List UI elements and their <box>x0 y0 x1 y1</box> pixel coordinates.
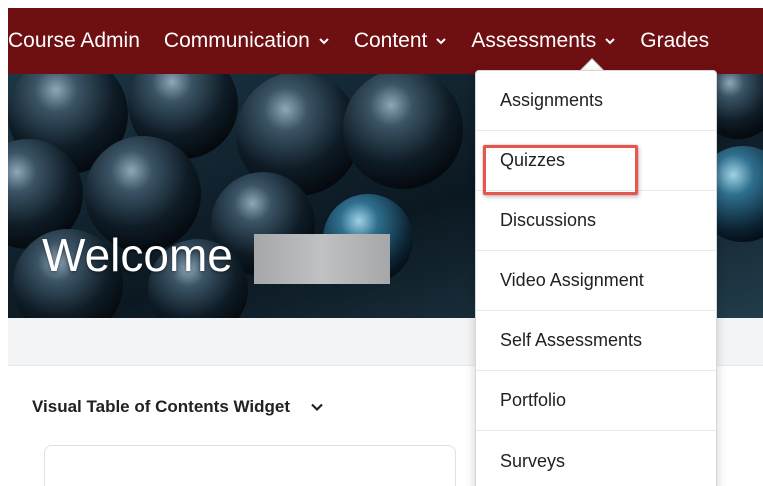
nav-item-label: Assessments <box>471 29 597 52</box>
menu-item-surveys[interactable]: Surveys <box>476 431 716 486</box>
chevron-down-icon <box>319 38 329 45</box>
menu-item-discussions[interactable]: Discussions <box>476 191 716 251</box>
nav-item-grades[interactable]: Grades <box>628 8 721 74</box>
widget-header[interactable]: Visual Table of Contents Widget <box>32 397 324 417</box>
menu-item-video-assignment[interactable]: Video Assignment <box>476 251 716 311</box>
nav-item-label: Grades <box>640 29 710 52</box>
widget-card <box>44 445 456 486</box>
menu-item-label: Video Assignment <box>500 270 644 290</box>
nav-item-course-admin[interactable]: Course Admin <box>8 8 152 74</box>
menu-item-label: Portfolio <box>500 390 567 410</box>
menu-item-portfolio[interactable]: Portfolio <box>476 371 716 431</box>
nav-item-communication[interactable]: Communication <box>152 8 342 74</box>
menu-item-label: Self Assessments <box>500 330 643 350</box>
menu-item-label: Quizzes <box>500 150 566 170</box>
menu-item-assignments[interactable]: Assignments <box>476 71 716 131</box>
widget-title: Visual Table of Contents Widget <box>32 397 291 416</box>
menu-item-self-assessments[interactable]: Self Assessments <box>476 311 716 371</box>
course-navbar: Course Admin Communication Content Asses… <box>8 8 763 74</box>
menu-item-label: Discussions <box>500 210 597 230</box>
nav-item-label: Course Admin <box>8 29 140 52</box>
nav-item-assessments[interactable]: Assessments <box>459 8 628 74</box>
assessments-dropdown-menu: Assignments Quizzes Discussions Video As… <box>475 70 717 486</box>
welcome-heading: Welcome <box>42 229 233 281</box>
menu-item-label: Assignments <box>500 90 604 110</box>
chevron-down-icon <box>436 38 447 45</box>
nav-item-content[interactable]: Content <box>342 8 460 74</box>
menu-item-label: Surveys <box>500 450 566 471</box>
menu-item-quizzes[interactable]: Quizzes <box>476 131 716 191</box>
chevron-down-icon[interactable] <box>310 400 324 414</box>
chevron-down-icon <box>605 38 615 45</box>
nav-item-label: Communication <box>163 29 310 52</box>
redacted-name-block <box>254 234 390 284</box>
nav-item-label: Content <box>353 29 428 52</box>
